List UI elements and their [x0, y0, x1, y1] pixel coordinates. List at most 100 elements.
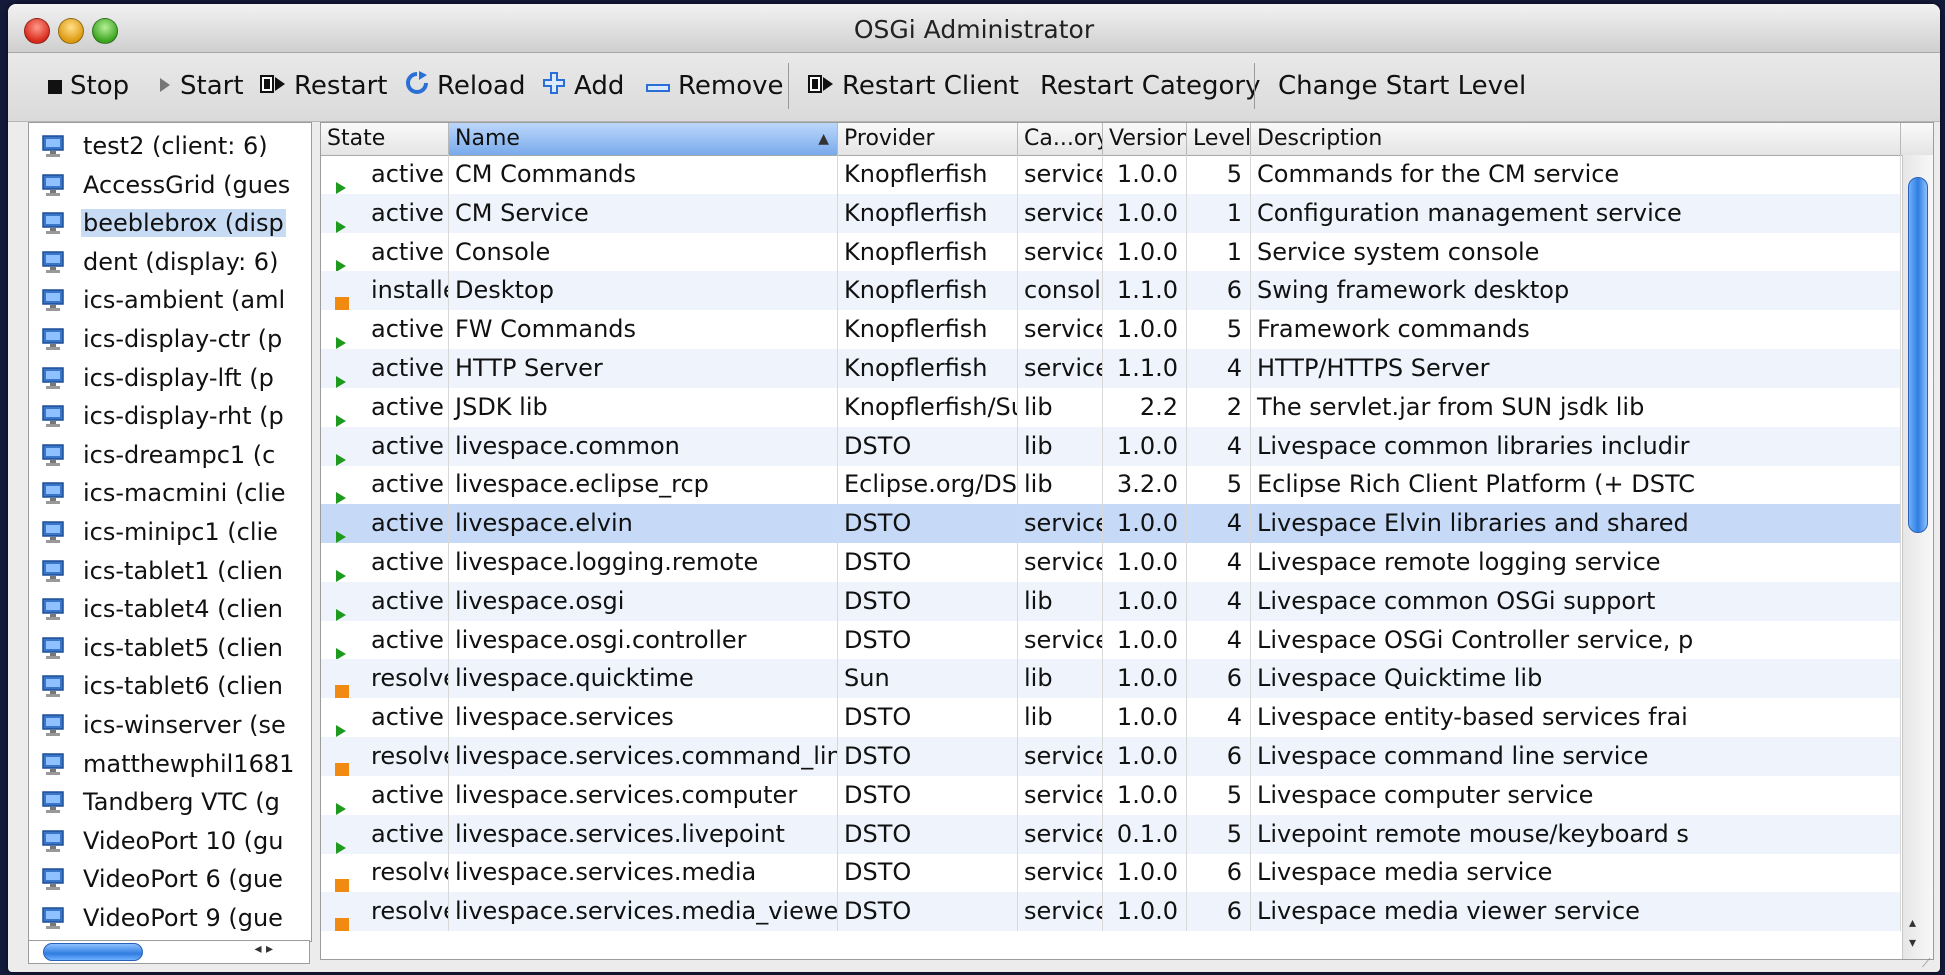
client-item[interactable]: Tandberg VTC (g — [29, 783, 311, 821]
title-bar[interactable]: OSGi Administrator — [8, 4, 1940, 53]
client-label: ics-tablet1 (clien — [83, 556, 283, 585]
column-header-name[interactable]: Name ▲ — [449, 123, 838, 155]
client-item[interactable]: ics-display-lft (p — [29, 359, 311, 397]
restart-button[interactable]: Restart — [260, 65, 387, 107]
state-text: active — [371, 431, 444, 460]
column-header-provider[interactable]: Provider — [838, 123, 1018, 155]
client-item[interactable]: ics-display-rht (p — [29, 397, 311, 435]
computer-icon — [41, 790, 65, 814]
cell-name: FW Commands — [449, 310, 838, 350]
cell-state: active — [321, 155, 449, 194]
stop-button[interactable]: Stop — [48, 65, 129, 107]
client-item[interactable]: ics-minipc1 (clie — [29, 513, 311, 551]
plus-icon — [542, 71, 566, 102]
client-item[interactable]: ics-macmini (clie — [29, 474, 311, 512]
table-row[interactable]: active livespace.osgi DSTO lib 1.0.0 4 Livespa… — [321, 581, 1901, 621]
cell-level: 5 — [1187, 465, 1251, 505]
cell-provider: Knopflerfish — [838, 349, 1018, 388]
cell-state: active — [321, 193, 449, 233]
add-button[interactable]: Add — [542, 65, 624, 107]
client-item[interactable]: AccessGrid (gues — [29, 166, 311, 204]
cell-version: 0.1.0 — [1103, 814, 1187, 854]
column-header-category[interactable]: Ca...ory — [1018, 123, 1103, 155]
client-item[interactable]: VideoPort 9 (gue — [29, 899, 311, 937]
scroll-arrows-icon[interactable]: ◂ ▸ — [254, 941, 273, 957]
table-row[interactable]: active livespace.eclipse_rcp Eclipse.org/D… — [321, 465, 1901, 505]
table-row[interactable]: resolvedlivespace.services.mediaDSTOserv… — [321, 853, 1901, 893]
cell-level: 1 — [1187, 193, 1251, 233]
client-label: ics-dreampc1 (c — [83, 440, 276, 469]
add-label: Add — [574, 71, 625, 101]
table-row[interactable]: resolvedlivespace.quicktimeSunlib1.0.06L… — [321, 659, 1901, 699]
table-row[interactable]: active livespace.services.livepoint DSTO se… — [321, 814, 1901, 854]
start-button[interactable]: Start — [158, 65, 244, 107]
cell-state: active — [321, 698, 449, 738]
column-header-state[interactable]: State — [321, 123, 449, 155]
active-state-icon — [335, 246, 347, 272]
reload-button[interactable]: Reload — [405, 65, 525, 107]
scroll-arrows-icon[interactable]: ▴ ▾ — [1909, 913, 1916, 953]
table-row[interactable]: active livespace.common DSTO lib 1.0.0 4 Lives… — [321, 426, 1901, 466]
table-row[interactable]: active livespace.services.computer DSTO ser… — [321, 775, 1901, 815]
table-row[interactable]: resolvedlivespace.services.media_viewerD… — [321, 892, 1901, 932]
state-text: resolved — [371, 742, 448, 770]
table-row[interactable]: activeJSDK libKnopflerfish/Sunlib2.22The… — [321, 387, 1901, 427]
table-row[interactable]: active livespace.logging.remote DSTO servic… — [321, 543, 1901, 582]
column-header-level[interactable]: Level — [1187, 123, 1251, 155]
cell-name: Desktop — [449, 271, 838, 311]
client-list[interactable]: test2 (client: 6) AccessGrid (gues beebleb… — [28, 122, 312, 942]
column-header-version[interactable]: Version — [1103, 123, 1187, 155]
cell-provider: Sun — [838, 659, 1018, 699]
scrollbar-thumb[interactable] — [1908, 177, 1928, 533]
table-row[interactable]: active CM Service Knopflerfish service 1.0.0… — [321, 193, 1901, 233]
client-item[interactable]: ics-display-ctr (p — [29, 320, 311, 358]
client-item[interactable]: test2 (client: 6) — [29, 127, 311, 165]
table-row[interactable]: active livespace.elvin DSTO service 1.0.0 4 Li… — [321, 504, 1901, 544]
client-item[interactable]: ics-tablet4 (clien — [29, 590, 311, 628]
column-header-description[interactable]: Description — [1251, 123, 1901, 155]
cell-provider: DSTO — [838, 814, 1018, 854]
client-item[interactable]: matthewphil1681 — [29, 745, 311, 783]
active-state-icon — [335, 517, 347, 544]
cell-level: 5 — [1187, 814, 1251, 854]
client-item[interactable]: beeblebrox (disp — [29, 204, 311, 242]
resize-grip-icon[interactable]: ⟋ — [1922, 956, 1936, 970]
cell-category: lib — [1018, 465, 1103, 505]
client-item[interactable]: VideoPort 10 (gu — [29, 822, 311, 860]
client-item[interactable]: ics-dreampc1 (c — [29, 436, 311, 474]
client-item[interactable]: ics-winserver (se — [29, 706, 311, 744]
scrollbar-thumb[interactable] — [43, 943, 143, 961]
table-row[interactable]: active livespace.services DSTO lib 1.0.0 4 Liv… — [321, 698, 1901, 738]
table-row[interactable]: active livespace.osgi.controller DSTO servi… — [321, 620, 1901, 660]
cell-level: 6 — [1187, 892, 1251, 932]
restart-client-button[interactable]: Restart Client — [808, 65, 1019, 107]
change-start-level-button[interactable]: Change Start Level — [1278, 65, 1526, 107]
client-item[interactable]: ics-tablet6 (clien — [29, 667, 311, 705]
restart-category-button[interactable]: Restart Category — [1040, 65, 1260, 107]
client-item[interactable]: ics-ambient (aml — [29, 281, 311, 319]
table-vertical-scrollbar[interactable]: ▴ ▾ — [1902, 155, 1933, 959]
cell-level: 4 — [1187, 426, 1251, 466]
client-item[interactable]: ics-tablet1 (clien — [29, 552, 311, 590]
cell-category: console — [1018, 271, 1103, 311]
client-label: ics-macmini (clie — [83, 479, 286, 508]
client-item[interactable]: VideoPort 6 (gue — [29, 860, 311, 898]
table-row[interactable]: active CM Commands Knopflerfish service 1.0.… — [321, 155, 1901, 194]
table-row[interactable]: active Console Knopflerfish service 1.0.0 1 Se… — [321, 232, 1901, 272]
table-row[interactable]: active HTTP Server Knopflerfish service 1.1.… — [321, 349, 1901, 388]
table-row[interactable]: resolvedlivespace.services.command_lineD… — [321, 737, 1901, 776]
client-item[interactable]: ics-tablet5 (clien — [29, 629, 311, 667]
cell-version: 1.0.0 — [1103, 193, 1187, 233]
client-label: matthewphil1681 — [83, 749, 295, 778]
cell-description: Livespace common OSGi support — [1251, 581, 1901, 621]
cell-category: service — [1018, 232, 1103, 272]
client-list-horizontal-scrollbar[interactable]: ◂ ▸ — [28, 940, 310, 964]
active-state-icon — [335, 440, 347, 466]
table-row[interactable]: active FW Commands Knopflerfish service 1.0.… — [321, 310, 1901, 350]
computer-icon — [41, 250, 65, 274]
table-row[interactable]: installedDesktopKnopflerfishconsole1.1.0… — [321, 271, 1901, 311]
computer-icon — [41, 559, 65, 583]
remove-button[interactable]: Remove — [646, 65, 784, 107]
cell-category: lib — [1018, 387, 1103, 427]
client-item[interactable]: dent (display: 6) — [29, 243, 311, 281]
